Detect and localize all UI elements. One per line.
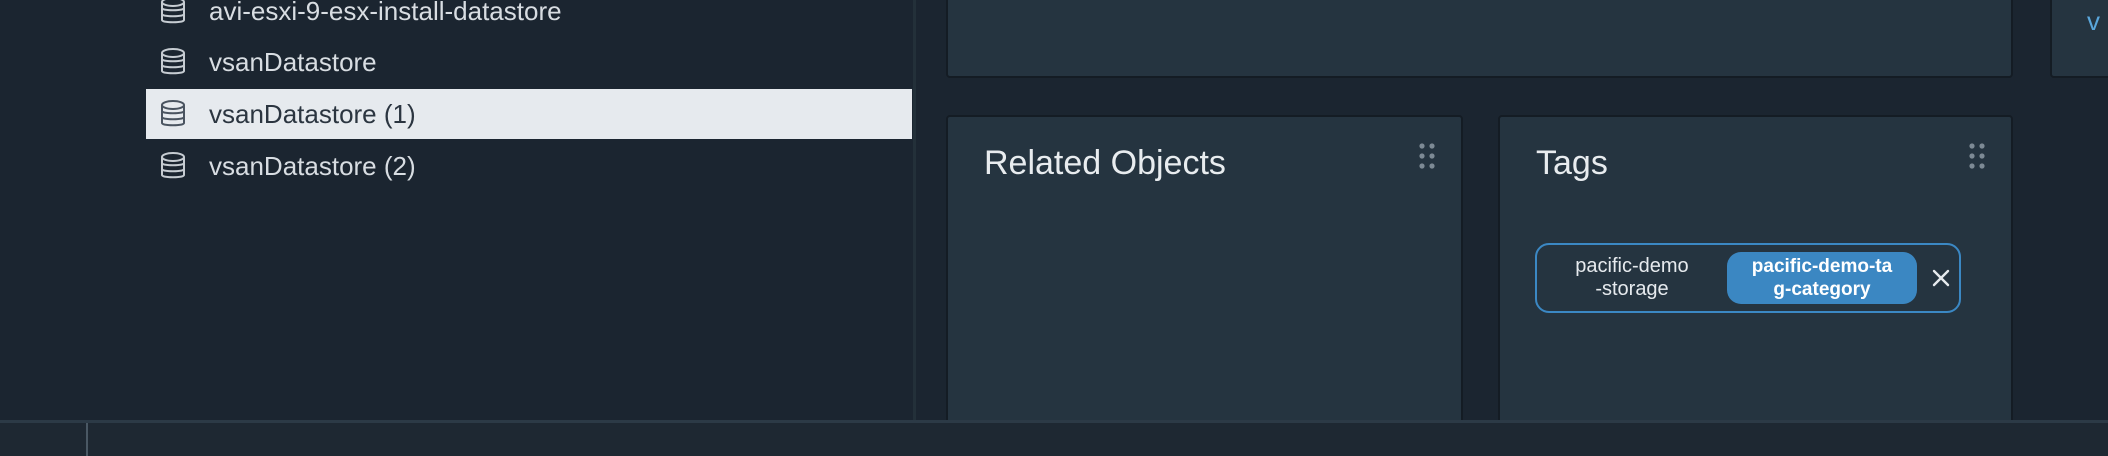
- datastore-icon: [159, 151, 187, 181]
- tag-category-badge: pacific-demo-ta g-category: [1727, 252, 1917, 304]
- edge-link[interactable]: v: [2087, 6, 2100, 37]
- tag-chip: pacific-demo -storage pacific-demo-ta g-…: [1535, 243, 1961, 313]
- app-window: avi-esxi-9-esx-install-datastore vsanDat…: [0, 0, 2108, 456]
- bottom-bar-divider: [86, 423, 88, 456]
- datastore-icon: [159, 47, 187, 77]
- related-objects-card: Related Objects: [946, 115, 1463, 435]
- tree-item-avi-esxi-datastore[interactable]: avi-esxi-9-esx-install-datastore: [146, 0, 912, 36]
- summary-content: v Related Objects Tags pacific-demo -sto…: [916, 0, 2108, 435]
- bottom-panel-bar: [0, 420, 2108, 456]
- drag-handle-icon[interactable]: [1417, 141, 1437, 171]
- tag-name: pacific-demo -storage: [1575, 255, 1689, 300]
- drag-handle-icon[interactable]: [1967, 141, 1987, 171]
- tree-item-label: vsanDatastore (2): [209, 150, 416, 181]
- tree-item-vsandatastore[interactable]: vsanDatastore: [146, 37, 912, 87]
- tree-item-vsandatastore-1[interactable]: vsanDatastore (1): [146, 89, 912, 139]
- datastore-icon: [159, 0, 187, 26]
- datastore-tree-panel: avi-esxi-9-esx-install-datastore vsanDat…: [0, 0, 913, 420]
- datastore-icon: [159, 99, 187, 129]
- tree-item-label: avi-esxi-9-esx-install-datastore: [209, 0, 562, 26]
- close-icon[interactable]: [1927, 264, 1955, 292]
- tags-card: Tags pacific-demo -storage pacific-demo-…: [1498, 115, 2013, 435]
- related-objects-title: Related Objects: [984, 144, 1226, 182]
- tree-item-label: vsanDatastore: [209, 46, 377, 77]
- tags-title: Tags: [1536, 144, 1608, 182]
- tree-item-vsandatastore-2[interactable]: vsanDatastore (2): [146, 141, 912, 191]
- tree-item-label: vsanDatastore (1): [209, 98, 416, 129]
- summary-card-top: [946, 0, 2013, 78]
